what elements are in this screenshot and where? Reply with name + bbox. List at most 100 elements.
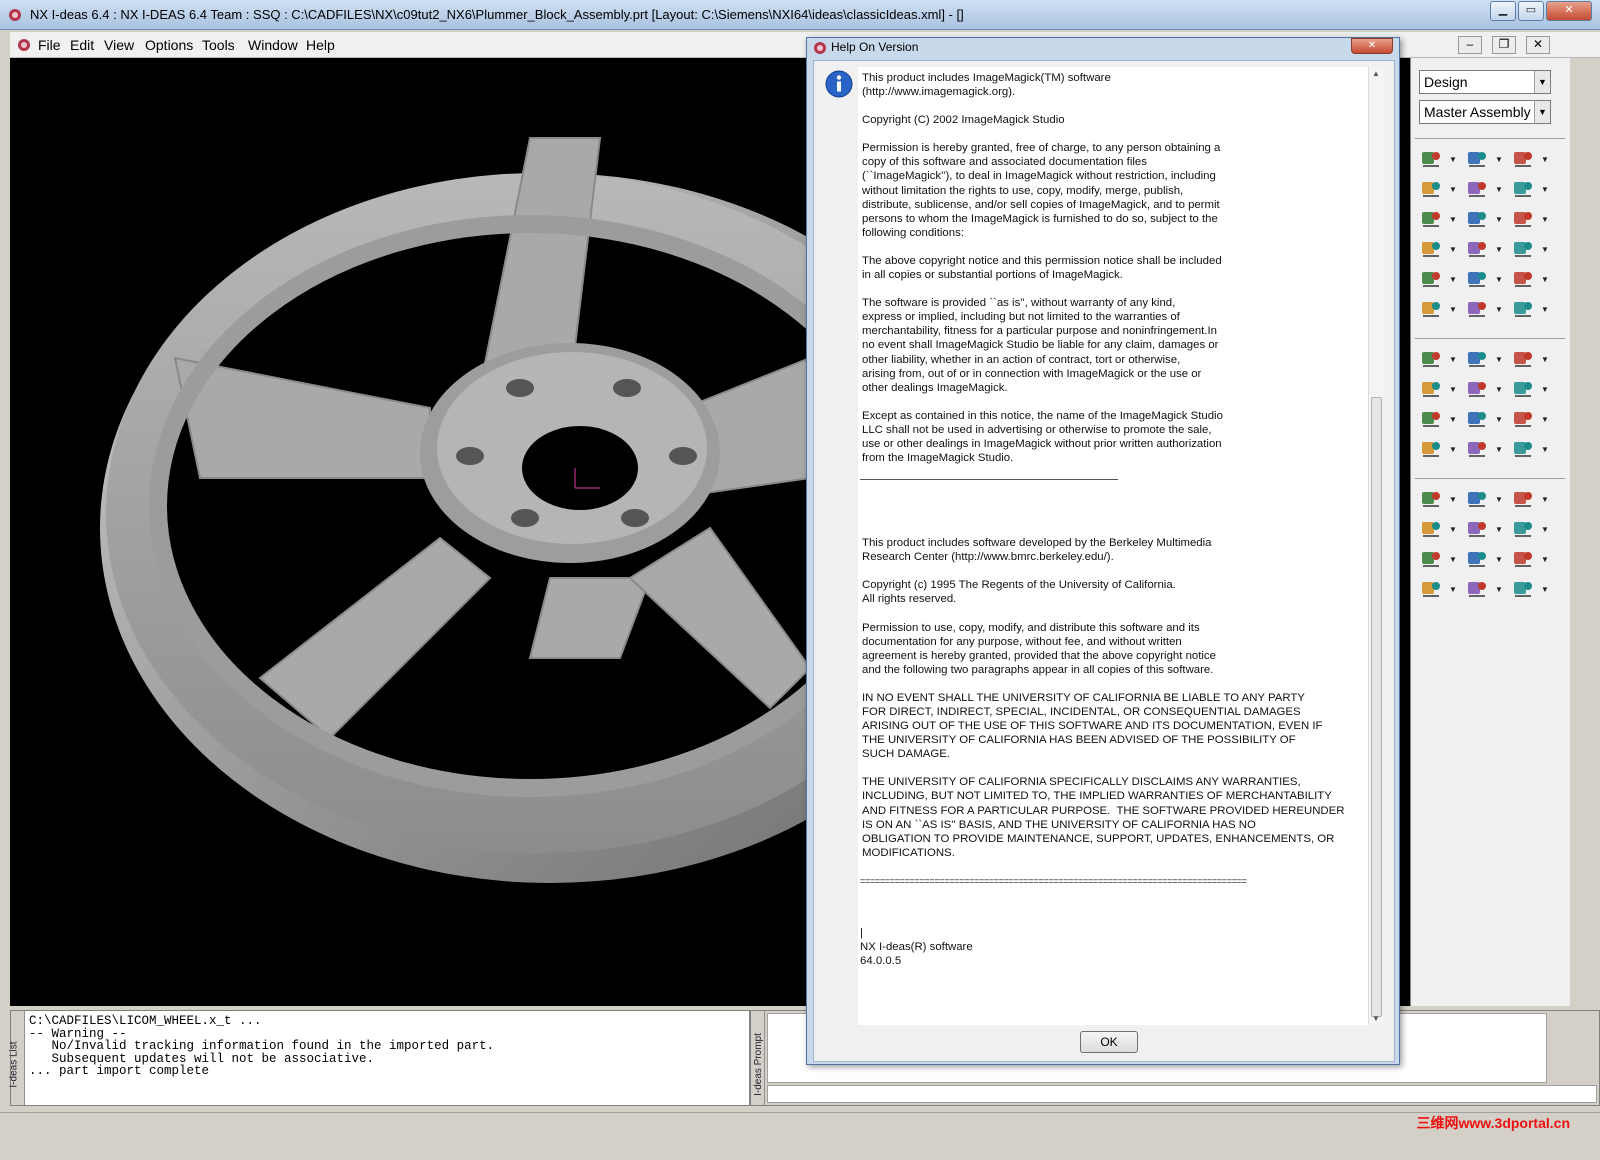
ruler-icon[interactable] — [1465, 408, 1491, 432]
chevron-down-icon[interactable]: ▼ — [1449, 356, 1457, 364]
relocate-icon[interactable] — [1511, 178, 1537, 202]
sticky-note-icon[interactable] — [1511, 268, 1537, 292]
prompt-input[interactable] — [767, 1085, 1597, 1103]
view-yz-icon[interactable] — [1465, 578, 1491, 602]
chevron-down-icon[interactable]: ▼ — [1449, 216, 1457, 224]
container-icon[interactable] — [1511, 408, 1537, 432]
chevron-down-icon[interactable]: ▼ — [1541, 526, 1549, 534]
chevron-down-icon[interactable]: ▼ — [1495, 306, 1503, 314]
menu-window[interactable]: Window — [248, 37, 298, 53]
chevron-down-icon[interactable]: ▼ — [1541, 356, 1549, 364]
chevron-down-icon[interactable]: ▼ — [1534, 71, 1550, 93]
task-dropdown[interactable]: Design ▼ — [1419, 70, 1551, 94]
scroll-down-icon[interactable]: ▼ — [1372, 1014, 1380, 1023]
chevron-down-icon[interactable]: ▼ — [1449, 526, 1457, 534]
chevron-down-icon[interactable]: ▼ — [1534, 101, 1550, 123]
menu-file[interactable]: File — [38, 37, 61, 53]
chevron-down-icon[interactable]: ▼ — [1541, 216, 1549, 224]
paint-brush-icon[interactable] — [1511, 378, 1537, 402]
mdi-restore-button[interactable]: ❐ — [1492, 36, 1516, 54]
stop-icon[interactable] — [1511, 548, 1537, 572]
chevron-down-icon[interactable]: ▼ — [1541, 416, 1549, 424]
bom-icon[interactable] — [1419, 208, 1445, 232]
chevron-down-icon[interactable]: ▼ — [1449, 586, 1457, 594]
copy-icon[interactable] — [1465, 438, 1491, 462]
scroll-thumb[interactable] — [1371, 397, 1382, 1017]
counter-icon[interactable] — [1511, 298, 1537, 322]
chevron-down-icon[interactable]: ▼ — [1541, 556, 1549, 564]
configuration-icon[interactable] — [1419, 298, 1445, 322]
chevron-down-icon[interactable]: ▼ — [1541, 306, 1549, 314]
chevron-down-icon[interactable]: ▼ — [1449, 156, 1457, 164]
chevron-down-icon[interactable]: ▼ — [1449, 276, 1457, 284]
probe-icon[interactable] — [1419, 268, 1445, 292]
license-scrollbar[interactable]: ▲ ▼ — [1368, 67, 1384, 1025]
chevron-down-icon[interactable]: ▼ — [1541, 186, 1549, 194]
chevron-down-icon[interactable]: ▼ — [1495, 496, 1503, 504]
minimize-button[interactable]: ▁ — [1490, 1, 1516, 21]
hidden-line-icon[interactable] — [1511, 488, 1537, 512]
scale-icon[interactable] — [1465, 298, 1491, 322]
chevron-down-icon[interactable]: ▼ — [1495, 556, 1503, 564]
chevron-down-icon[interactable]: ▼ — [1541, 386, 1549, 394]
dialog-close-button[interactable]: ✕ — [1351, 38, 1393, 54]
instance-icon[interactable] — [1419, 178, 1445, 202]
chevron-down-icon[interactable]: ▼ — [1495, 586, 1503, 594]
dimension-icon[interactable] — [1419, 238, 1445, 262]
constraint-icon[interactable] — [1465, 238, 1491, 262]
chevron-down-icon[interactable]: ▼ — [1495, 246, 1503, 254]
menu-help[interactable]: Help — [306, 37, 335, 53]
chevron-down-icon[interactable]: ▼ — [1495, 356, 1503, 364]
prompt-pane-tab[interactable]: I-deas Prompt — [751, 1011, 765, 1105]
eraser-icon[interactable] — [1419, 438, 1445, 462]
part-gear-icon[interactable] — [1511, 238, 1537, 262]
mdi-close-button[interactable]: ✕ — [1526, 36, 1550, 54]
chevron-down-icon[interactable]: ▼ — [1449, 386, 1457, 394]
chevron-down-icon[interactable]: ▼ — [1541, 446, 1549, 454]
hierarchy-add-icon[interactable] — [1465, 148, 1491, 172]
menu-tools[interactable]: Tools — [202, 37, 235, 53]
cube-part-icon[interactable] — [1511, 208, 1537, 232]
chevron-down-icon[interactable]: ▼ — [1449, 496, 1457, 504]
chevron-down-icon[interactable]: ▼ — [1449, 246, 1457, 254]
zoom-icon[interactable] — [1465, 518, 1491, 542]
close-button[interactable]: ✕ — [1546, 1, 1592, 21]
menu-view[interactable]: View — [104, 37, 134, 53]
arrows-icon[interactable] — [1419, 408, 1445, 432]
app-menu-icon[interactable] — [16, 37, 32, 53]
view-yx-icon[interactable] — [1419, 578, 1445, 602]
chevron-down-icon[interactable]: ▼ — [1449, 446, 1457, 454]
select-shape-icon[interactable] — [1511, 348, 1537, 372]
hierarchy-edit-icon[interactable] — [1511, 148, 1537, 172]
chevron-down-icon[interactable]: ▼ — [1541, 276, 1549, 284]
hierarchy-icon[interactable] — [1419, 148, 1445, 172]
person-stand-icon[interactable] — [1511, 438, 1537, 462]
shade-view-icon[interactable] — [1419, 488, 1445, 512]
view-xz-icon[interactable] — [1419, 548, 1445, 572]
chevron-down-icon[interactable]: ▼ — [1495, 276, 1503, 284]
node-icon[interactable] — [1419, 348, 1445, 372]
chevron-down-icon[interactable]: ▼ — [1495, 416, 1503, 424]
chevron-down-icon[interactable]: ▼ — [1495, 156, 1503, 164]
chevron-down-icon[interactable]: ▼ — [1495, 186, 1503, 194]
wireframe-view-icon[interactable] — [1465, 488, 1491, 512]
component-icon[interactable] — [1465, 178, 1491, 202]
maximize-button[interactable]: ▭ — [1518, 1, 1544, 21]
chevron-down-icon[interactable]: ▼ — [1449, 556, 1457, 564]
license-text-area[interactable]: This product includes ImageMagick(TM) so… — [858, 67, 1384, 1025]
chevron-down-icon[interactable]: ▼ — [1495, 386, 1503, 394]
snap-icon[interactable] — [1465, 348, 1491, 372]
menu-options[interactable]: Options — [145, 37, 193, 53]
chevron-down-icon[interactable]: ▼ — [1541, 496, 1549, 504]
assembly-dropdown[interactable]: Master Assembly ▼ — [1419, 100, 1551, 124]
window-select-icon[interactable] — [1419, 378, 1445, 402]
chevron-down-icon[interactable]: ▼ — [1449, 416, 1457, 424]
print-icon[interactable] — [1511, 578, 1537, 602]
rotate-view-icon[interactable] — [1465, 548, 1491, 572]
chevron-down-icon[interactable]: ▼ — [1541, 246, 1549, 254]
chevron-down-icon[interactable]: ▼ — [1449, 186, 1457, 194]
network-icon[interactable] — [1465, 268, 1491, 292]
zoom-window-icon[interactable] — [1419, 518, 1445, 542]
assembly-image-icon[interactable] — [1465, 208, 1491, 232]
chevron-down-icon[interactable]: ▼ — [1495, 216, 1503, 224]
